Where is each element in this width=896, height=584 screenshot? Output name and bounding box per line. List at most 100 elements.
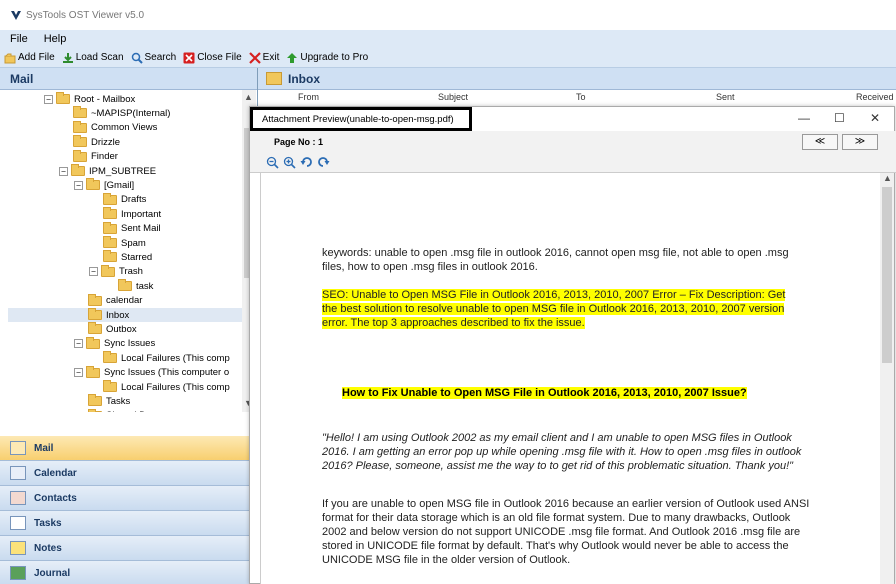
scroll-up-icon[interactable]: ▲ bbox=[244, 92, 253, 102]
collapse-icon[interactable]: − bbox=[59, 166, 68, 176]
zoom-out-icon[interactable] bbox=[266, 156, 279, 169]
tree-item-label: Tasks bbox=[106, 395, 131, 407]
maximize-icon[interactable]: ☐ bbox=[834, 111, 845, 125]
tree-item-finder[interactable]: Finder bbox=[73, 149, 118, 164]
tree-item-trash[interactable]: − Trash bbox=[89, 264, 143, 279]
tree-item-outbox[interactable]: Outbox bbox=[88, 322, 137, 336]
tree-item-starred[interactable]: Starred bbox=[103, 250, 152, 264]
tree-item-calendar[interactable]: calendar bbox=[88, 293, 143, 308]
page-number: Page No : 1 bbox=[274, 137, 323, 147]
collapse-icon[interactable]: − bbox=[74, 180, 83, 190]
folder-icon bbox=[103, 351, 117, 364]
menu-help[interactable]: Help bbox=[44, 33, 67, 45]
rotate-right-icon[interactable] bbox=[317, 156, 330, 169]
nav-journal[interactable]: Journal bbox=[0, 561, 258, 584]
tree-item-label: Inbox bbox=[106, 309, 130, 321]
close-icon[interactable]: ✕ bbox=[870, 111, 880, 125]
nav-contacts[interactable]: Contacts bbox=[0, 486, 258, 511]
tree-item-spam[interactable]: Spam bbox=[103, 236, 146, 250]
menu-file[interactable]: File bbox=[10, 33, 28, 45]
tree-item-root-mailbox[interactable]: − Root - Mailbox bbox=[44, 92, 135, 106]
tree-item-drizzle[interactable]: Drizzle bbox=[73, 135, 120, 149]
journal-icon bbox=[10, 566, 26, 580]
folder-icon bbox=[103, 192, 117, 205]
tree-item-local-failures-this-comp[interactable]: Local Failures (This comp bbox=[103, 351, 230, 365]
tree-item-label: Outbox bbox=[106, 323, 137, 335]
folder-pane: Mail − Root - Mailbox ~MAPISP(Internal) Com… bbox=[0, 68, 258, 584]
tree-item-inbox[interactable]: Inbox bbox=[8, 308, 242, 322]
tree-item-label: Important bbox=[121, 208, 162, 220]
nav-tasks[interactable]: Tasks bbox=[0, 511, 258, 536]
zoom-in-icon[interactable] bbox=[283, 156, 296, 169]
add-file-button[interactable]: Add File bbox=[4, 52, 55, 64]
rotate-left-icon[interactable] bbox=[300, 156, 313, 169]
load-scan-button[interactable]: Load Scan bbox=[62, 52, 124, 64]
nav-calendar[interactable]: Calendar bbox=[0, 461, 258, 486]
tree-item-common-views[interactable]: Common Views bbox=[73, 120, 157, 135]
notes-icon bbox=[10, 541, 26, 555]
tree-item-label: IPM_SUBTREE bbox=[89, 165, 157, 177]
page-value: 1 bbox=[318, 137, 324, 147]
collapse-icon[interactable]: − bbox=[44, 94, 53, 104]
page-label: Page No : bbox=[274, 137, 316, 147]
nav-mail[interactable]: Mail bbox=[0, 436, 258, 461]
doc-body: If you are unable to open MSG file in Ou… bbox=[322, 498, 810, 566]
folder-pane-title: Mail bbox=[0, 68, 257, 90]
column-sent[interactable]: Sent bbox=[716, 92, 735, 106]
tree-item-mapisp-internal[interactable]: ~MAPISP(Internal) bbox=[73, 106, 170, 120]
inbox-header: Inbox bbox=[258, 68, 896, 90]
column-received[interactable]: Received bbox=[856, 92, 894, 106]
folder-icon bbox=[86, 336, 100, 349]
page-navigation-bar: Page No : 1 ≪ ≫ bbox=[250, 131, 896, 153]
document-scrollbar[interactable]: ▲ bbox=[880, 173, 894, 584]
tree-item-important[interactable]: Important bbox=[103, 207, 161, 221]
doc-heading: How to Fix Unable to Open MSG File in Ou… bbox=[342, 387, 747, 399]
column-subject[interactable]: Subject bbox=[438, 92, 468, 106]
tree-item-gmail[interactable]: − [Gmail] bbox=[74, 178, 134, 192]
search-button[interactable]: Search bbox=[131, 52, 176, 64]
preview-title: Attachment Preview(unable-to-open-msg.pd… bbox=[250, 107, 472, 131]
folder-icon bbox=[88, 293, 102, 306]
nav-journal-label: Journal bbox=[34, 567, 71, 579]
column-from[interactable]: From bbox=[298, 92, 319, 106]
minimize-icon[interactable]: — bbox=[798, 111, 810, 125]
nav-tasks-label: Tasks bbox=[34, 517, 62, 529]
close-file-icon bbox=[183, 52, 195, 63]
folder-icon bbox=[103, 380, 117, 392]
folder-icon bbox=[103, 236, 117, 248]
tree-item-sync-issues-this-computer-o[interactable]: − Sync Issues (This computer o bbox=[74, 365, 229, 380]
collapse-icon[interactable]: − bbox=[74, 368, 83, 378]
column-to[interactable]: To bbox=[576, 92, 586, 106]
previous-page-button[interactable]: ≪ bbox=[802, 134, 838, 150]
nav-notes[interactable]: Notes bbox=[0, 536, 258, 561]
tree-item-sync-issues[interactable]: − Sync Issues bbox=[74, 336, 156, 351]
next-page-button[interactable]: ≫ bbox=[842, 134, 878, 150]
tree-item-label: Drafts bbox=[121, 194, 147, 206]
tree-item-task[interactable]: task bbox=[118, 279, 153, 293]
tree-item-label: Sync Issues bbox=[104, 338, 156, 350]
tree-item-drafts[interactable]: Drafts bbox=[103, 192, 147, 207]
upgrade-button[interactable]: Upgrade to Pro bbox=[286, 52, 368, 64]
collapse-icon[interactable]: − bbox=[74, 339, 83, 349]
folder-icon bbox=[73, 135, 87, 148]
close-file-button[interactable]: Close File bbox=[183, 52, 242, 64]
folder-icon bbox=[103, 250, 117, 263]
doc-scroll-thumb[interactable] bbox=[882, 187, 892, 363]
close-file-label: Close File bbox=[197, 52, 242, 63]
collapse-icon[interactable]: − bbox=[89, 267, 98, 277]
tree-item-ipm-subtree[interactable]: − IPM_SUBTREE bbox=[59, 164, 156, 178]
preview-title-bar: Attachment Preview(unable-to-open-msg.pd… bbox=[250, 107, 896, 131]
tree-item-label: calendar bbox=[106, 295, 143, 307]
calendar-icon bbox=[10, 466, 26, 480]
tree-item-label: Shared Data bbox=[106, 410, 159, 412]
pdf-document-view: keywords: unable to open .msg file in ou… bbox=[260, 173, 880, 584]
tree-item-tasks[interactable]: Tasks bbox=[88, 394, 130, 408]
tree-item-label: ~MAPISP(Internal) bbox=[91, 107, 171, 119]
tree-item-shared-data[interactable]: Shared Data bbox=[88, 408, 159, 412]
tree-item-sent-mail[interactable]: Sent Mail bbox=[103, 221, 161, 236]
tree-item-local-failures-this-comp[interactable]: Local Failures (This comp bbox=[103, 380, 230, 394]
folder-icon bbox=[73, 106, 87, 119]
search-icon bbox=[131, 52, 143, 64]
doc-scroll-up-icon[interactable]: ▲ bbox=[883, 173, 892, 183]
exit-button[interactable]: Exit bbox=[248, 51, 279, 64]
